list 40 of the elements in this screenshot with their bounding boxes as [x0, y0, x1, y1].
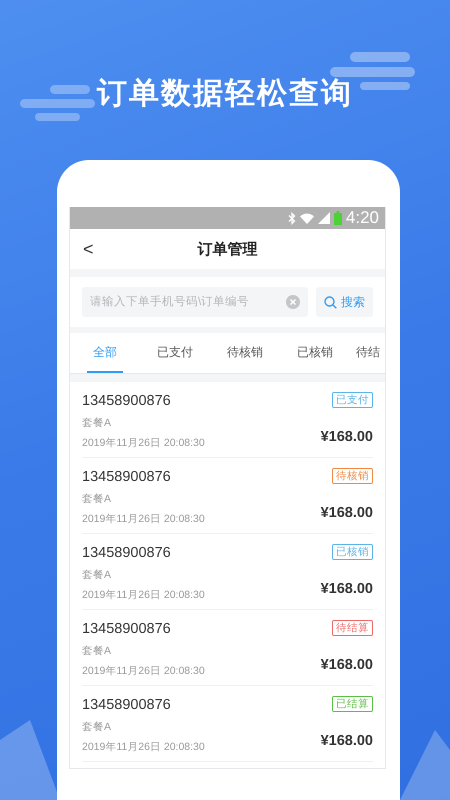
status-tag: 已支付 [332, 392, 373, 408]
package-name: 套餐A [82, 492, 112, 506]
phone-number: 13458900876 [82, 696, 171, 715]
order-time: 2019年11月26日 20:08:30 [82, 740, 205, 754]
clear-icon[interactable] [286, 295, 300, 309]
phone-number: 13458900876 [82, 468, 171, 487]
order-time: 2019年11月26日 20:08:30 [82, 436, 205, 450]
tab[interactable]: 待结 [350, 333, 385, 373]
battery-icon [334, 211, 342, 225]
clock: 4:20 [346, 208, 379, 228]
package-name: 套餐A [82, 416, 112, 430]
wifi-icon [300, 212, 314, 224]
status-tag: 已核销 [332, 544, 373, 560]
package-name: 套餐A [82, 568, 112, 582]
order-price: ¥168.00 [320, 504, 373, 522]
order-price: ¥168.00 [320, 580, 373, 598]
order-time: 2019年11月26日 20:08:30 [82, 512, 205, 526]
bluetooth-icon [288, 212, 296, 224]
tab[interactable]: 已核销 [291, 333, 339, 373]
signal-icon [318, 212, 330, 224]
order-time: 2019年11月26日 20:08:30 [82, 588, 205, 602]
order-price: ¥168.00 [320, 732, 373, 750]
headline: 订单数据轻松查询 [97, 76, 353, 112]
status-tag: 待结算 [332, 620, 373, 636]
order-time: 2019年11月26日 20:08:30 [82, 664, 205, 678]
tab[interactable]: 待核销 [221, 333, 269, 373]
phone-number: 13458900876 [82, 392, 171, 411]
status-tag: 待核销 [332, 468, 373, 484]
page-title: 订单管理 [198, 240, 258, 258]
status-tag: 已结算 [332, 696, 373, 712]
search-icon [324, 296, 337, 308]
back-button[interactable]: < [79, 239, 98, 259]
package-name: 套餐A [82, 720, 112, 734]
order-price: ¥168.00 [320, 656, 373, 674]
phone-number: 13458900876 [82, 620, 171, 639]
tab[interactable]: 已支付 [151, 333, 199, 373]
package-name: 套餐A [82, 644, 112, 658]
search-field[interactable]: 请输入下单手机号码\订单编号 [82, 287, 308, 317]
phone-number: 13458900876 [82, 544, 171, 563]
order-price: ¥168.00 [320, 428, 373, 446]
